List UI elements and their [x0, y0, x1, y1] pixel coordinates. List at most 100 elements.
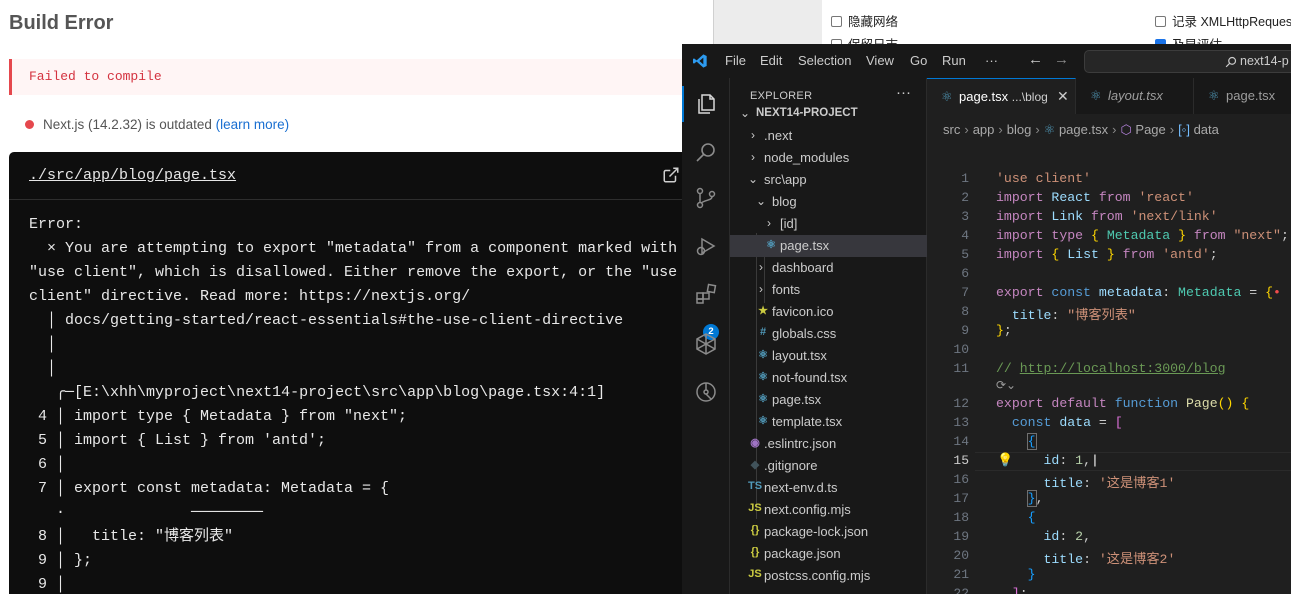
codelens-icons[interactable]: ⟳⌄	[996, 378, 1016, 393]
tree-item-label: .gitignore	[764, 458, 818, 473]
tree-item-eslintrc-json[interactable]: ◉ .eslintrc.json	[730, 433, 927, 455]
tree-item-label: favicon.ico	[772, 304, 834, 319]
command-center-search[interactable]: next14-p	[1084, 50, 1291, 73]
variable-symbol-icon: [◦]	[1178, 122, 1194, 137]
tree-item-label: .next	[764, 128, 793, 143]
tab-page-tsx[interactable]: ⚛ page.tsx	[1194, 78, 1291, 114]
back-arrow-icon[interactable]: ←	[1028, 51, 1043, 68]
breadcrumb-item[interactable]: blog	[1007, 122, 1032, 137]
menu-go[interactable]: Go	[910, 53, 927, 68]
log-xhr-option[interactable]: 记录 XMLHttpReques	[1155, 11, 1291, 30]
tree-item-label: not-found.tsx	[772, 370, 848, 385]
tree-item-favicon-ico[interactable]: ★ favicon.ico	[730, 301, 927, 323]
error-line: Error:	[29, 216, 84, 233]
tree-item-next[interactable]: › .next	[730, 125, 927, 147]
tree-item-src-app[interactable]: ⌄ src\app	[730, 169, 927, 191]
file-type-icon: #	[759, 326, 767, 338]
forward-arrow-icon[interactable]: →	[1054, 51, 1069, 68]
file-type-icon: JS	[748, 502, 762, 514]
explorer-files-icon[interactable]	[694, 92, 718, 116]
close-tab-icon[interactable]: ✕	[1057, 88, 1069, 105]
chevron-right-icon[interactable]: ›	[754, 260, 768, 274]
tab-layout-tsx[interactable]: ⚛ layout.tsx	[1076, 78, 1194, 114]
tree-item-label: package.json	[764, 546, 841, 561]
tree-item-blog[interactable]: ⌄ blog	[730, 191, 927, 213]
code-line: };	[996, 323, 1012, 338]
source-control-icon[interactable]	[694, 186, 718, 210]
breadcrumb-item[interactable]: data	[1194, 122, 1219, 137]
run-debug-icon[interactable]	[694, 234, 718, 258]
menu-run[interactable]: Run	[942, 53, 966, 68]
failed-to-compile-text: Failed to compile	[29, 69, 162, 84]
chevron-down-icon[interactable]: ⌄	[738, 106, 752, 120]
search-icon[interactable]	[694, 140, 718, 164]
vscode-window: File Edit Selection View Go Run ··· ← → …	[682, 44, 1291, 594]
explorer-more-icon[interactable]: ···	[896, 84, 911, 101]
tree-item-node-modules[interactable]: › node_modules	[730, 147, 927, 169]
menu-selection[interactable]: Selection	[798, 53, 851, 68]
tree-item-page-tsx[interactable]: ⚛ page.tsx	[730, 389, 927, 411]
tree-item-next14-project[interactable]: ⌄ NEXT14-PROJECT	[730, 103, 927, 125]
tree-item-postcss-config-mjs[interactable]: JS postcss.config.mjs	[730, 565, 927, 587]
breadcrumb-item[interactable]: page.tsx	[1059, 122, 1108, 137]
open-in-editor-icon[interactable]	[662, 166, 680, 184]
checkbox-icon[interactable]	[1155, 16, 1166, 27]
error-line: 7 │ export const metadata: Metadata = {	[29, 480, 390, 497]
chevron-right-icon[interactable]: ›	[762, 216, 776, 230]
error-line: "use client", which is disallowed. Eithe…	[29, 264, 678, 281]
breadcrumb-item[interactable]: Page	[1135, 122, 1165, 137]
line-number: 17	[953, 491, 969, 506]
tree-item-template-tsx[interactable]: ⚛ template.tsx	[730, 411, 927, 433]
checkbox-icon[interactable]	[831, 16, 842, 27]
chevron-right-icon[interactable]: ›	[746, 150, 760, 164]
editor-group: ⚛ page.tsx ...\blog ✕ ⚛ layout.tsx ⚛ pag…	[927, 78, 1291, 594]
menu-more[interactable]: ···	[985, 53, 998, 68]
tree-item-next-config-mjs[interactable]: JS next.config.mjs	[730, 499, 927, 521]
line-number: 4	[961, 228, 969, 243]
extensions-icon[interactable]	[694, 282, 718, 306]
chevron-down-icon[interactable]: ⌄	[754, 194, 768, 208]
error-line: 5 │ import { List } from 'antd';	[29, 432, 327, 449]
tree-item-dashboard[interactable]: › dashboard	[730, 257, 927, 279]
breadcrumb-item[interactable]: app	[973, 122, 995, 137]
tree-item-fonts[interactable]: › fonts	[730, 279, 927, 301]
tree-item-layout-tsx[interactable]: ⚛ layout.tsx	[730, 345, 927, 367]
comment-url-link[interactable]: http://localhost:3000/blog	[1020, 361, 1226, 376]
explorer-title: EXPLORER	[750, 90, 813, 102]
tree-item-gitignore[interactable]: ◆ .gitignore	[730, 455, 927, 477]
tree-item-package-json[interactable]: {} package.json	[730, 543, 927, 565]
line-number: 10	[953, 342, 969, 357]
tree-item-id[interactable]: › [id]	[730, 213, 927, 235]
file-type-icon: JS	[748, 568, 762, 580]
chevron-right-icon[interactable]: ›	[754, 282, 768, 296]
error-line: │ docs/getting-started/react-essentials#…	[29, 312, 624, 329]
menu-file[interactable]: File	[725, 53, 746, 68]
timeline-icon[interactable]	[694, 380, 718, 404]
tree-item-label: next.config.mjs	[764, 502, 851, 517]
tree-item-page-tsx[interactable]: ⚛ page.tsx	[730, 235, 927, 257]
menu-view[interactable]: View	[866, 53, 894, 68]
file-type-icon: ⚛	[766, 239, 776, 251]
code-frame-file-link[interactable]: ./src/app/blog/page.tsx	[29, 167, 236, 184]
code-line: id: 2,	[1043, 529, 1091, 544]
remote-explorer-icon[interactable]	[694, 332, 718, 356]
hide-network-option[interactable]: 隐藏网络	[831, 11, 898, 30]
chevron-right-icon[interactable]: ›	[746, 128, 760, 142]
activity-bar: 2	[682, 78, 730, 594]
line-number: 11	[953, 361, 969, 376]
line-number: 22	[953, 586, 969, 594]
tree-item-label: dashboard	[772, 260, 834, 275]
vscode-logo-icon	[693, 54, 707, 68]
breadcrumb-item[interactable]: src	[943, 122, 960, 137]
learn-more-link[interactable]: (learn more)	[216, 117, 290, 132]
tree-item-not-found-tsx[interactable]: ⚛ not-found.tsx	[730, 367, 927, 389]
menu-edit[interactable]: Edit	[760, 53, 782, 68]
status-dot-icon	[25, 120, 34, 129]
tree-item-package-lock-json[interactable]: {} package-lock.json	[730, 521, 927, 543]
tab-page-tsx-blog[interactable]: ⚛ page.tsx ...\blog ✕	[927, 78, 1076, 114]
chevron-down-icon[interactable]: ⌄	[746, 172, 760, 186]
function-symbol-icon: ⬡	[1120, 122, 1136, 137]
tree-item-next-env-d-ts[interactable]: TS next-env.d.ts	[730, 477, 927, 499]
search-icon	[1225, 56, 1237, 68]
tree-item-globals-css[interactable]: # globals.css	[730, 323, 927, 345]
